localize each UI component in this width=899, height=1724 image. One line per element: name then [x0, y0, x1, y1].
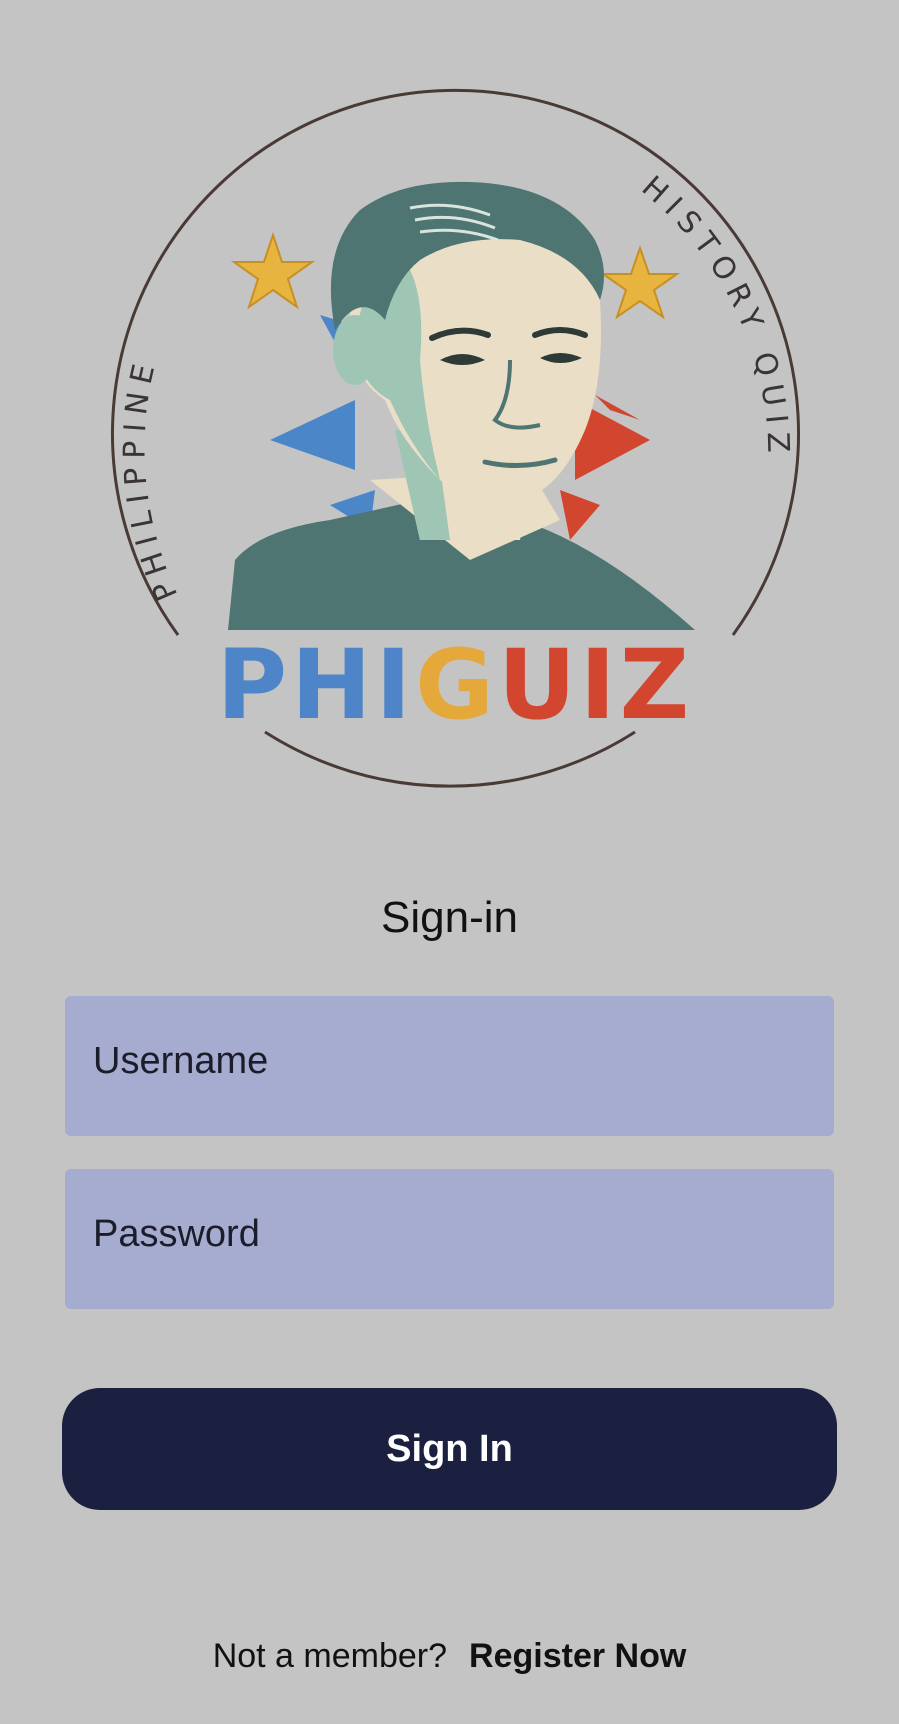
username-field[interactable]	[65, 996, 834, 1136]
password-input[interactable]	[93, 1212, 806, 1256]
register-prompt: Not a member? Register Now	[0, 1634, 899, 1678]
wordmark-red: UIZ	[498, 629, 693, 741]
wordmark-yellow: G	[415, 629, 498, 741]
portrait-illustration	[228, 181, 695, 630]
star-icon	[230, 231, 316, 310]
emblem-arc-text-left: PHILIPPINE	[118, 353, 186, 606]
password-field[interactable]	[65, 1169, 834, 1309]
sign-in-button[interactable]: Sign In	[62, 1388, 837, 1510]
register-question: Not a member?	[212, 1637, 448, 1675]
star-icon	[599, 244, 681, 320]
app-wordmark: PHIGUIZ	[217, 629, 694, 741]
register-now-link[interactable]: Register Now	[469, 1637, 686, 1675]
username-input[interactable]	[93, 1039, 806, 1083]
wordmark-blue: PHI	[217, 629, 415, 741]
page-title: Sign-in	[381, 893, 518, 942]
app-logo: PHILIPPINE HISTORY QUIZ PHIGUIZ	[111, 88, 800, 788]
